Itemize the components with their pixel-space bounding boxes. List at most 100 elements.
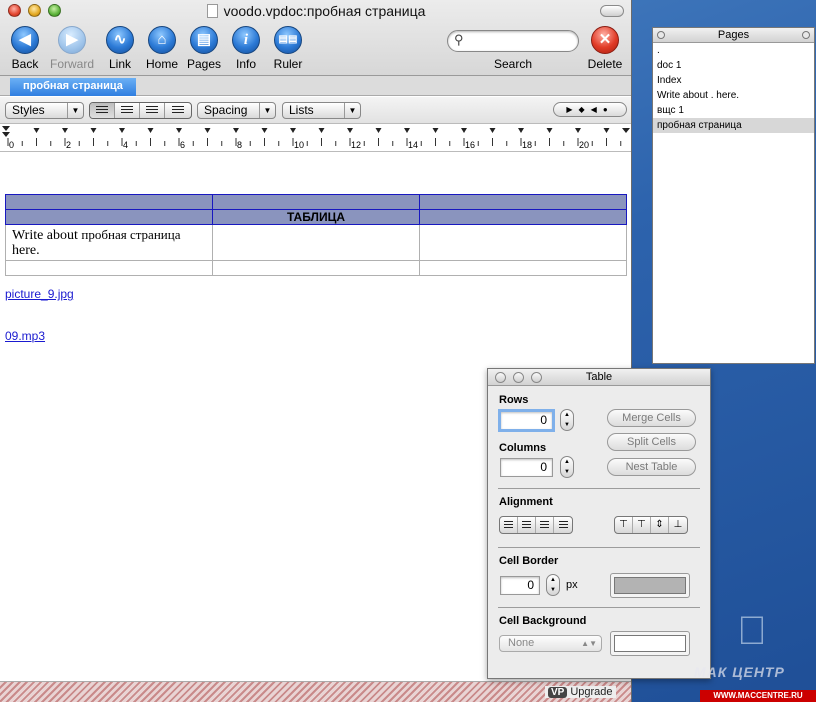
tab-stop-marker[interactable] [575, 128, 581, 133]
nest-table-button[interactable]: Nest Table [607, 458, 696, 476]
tab-stop-marker[interactable] [290, 128, 296, 133]
cell-border-stepper[interactable]: ▲ ▼ [546, 574, 560, 596]
tab-stop-marker[interactable] [404, 128, 410, 133]
tab-stop-marker[interactable] [119, 128, 125, 133]
close-icon: ✕ [591, 26, 619, 54]
table-header-cell[interactable]: ТАБЛИЦА [212, 209, 420, 225]
audio-link[interactable]: 09.mp3 [5, 329, 45, 343]
table-cell[interactable] [212, 260, 420, 276]
table-cell[interactable] [212, 194, 420, 210]
home-button[interactable]: ⌂ Home [140, 26, 184, 71]
chevron-down-icon: ▼ [564, 469, 570, 475]
valign-upper-button[interactable]: ⊤ [633, 517, 651, 533]
tab-stop-marker[interactable] [33, 128, 40, 133]
rows-stepper[interactable]: ▲ ▼ [560, 409, 574, 431]
tab-stop-marker[interactable] [546, 128, 553, 133]
table-cell[interactable] [5, 260, 213, 276]
document-table[interactable]: ТАБЛИЦА Write about пробная страница her… [5, 194, 627, 276]
chevron-down-icon: ▼ [344, 103, 360, 118]
align-justify-icon [146, 106, 158, 115]
table-cell-text[interactable]: Write about пробная страница here. [5, 224, 213, 261]
link-button[interactable]: ∿ Link [98, 26, 142, 71]
indent-marker[interactable] [2, 126, 10, 137]
align-right-button[interactable] [165, 103, 190, 118]
updown-icon: ▲▼ [581, 639, 597, 648]
tab-stop-marker[interactable] [62, 128, 68, 133]
tab-stop-marker[interactable] [204, 128, 211, 133]
alignment-label: Alignment [499, 496, 553, 508]
background-color-well[interactable] [610, 631, 690, 656]
toolbar-toggle-button[interactable] [600, 5, 624, 17]
tab-stop-marker[interactable] [233, 128, 239, 133]
table-row: Write about пробная страница here. [5, 224, 627, 261]
collapse-panel-button[interactable] [802, 31, 810, 39]
pages-list-item[interactable]: Write about . here. [653, 88, 814, 103]
page-tab-strip: пробная страница [0, 76, 631, 96]
pages-list-item[interactable]: doc 1 [653, 58, 814, 73]
minimize-palette-button[interactable] [513, 372, 524, 383]
tab-stop-marker[interactable] [432, 128, 439, 133]
pages-list-item[interactable]: Index [653, 73, 814, 88]
tab-stop-marker[interactable] [176, 128, 182, 133]
info-button[interactable]: i Info [224, 26, 268, 71]
close-palette-button[interactable] [495, 372, 506, 383]
border-color-well[interactable] [610, 573, 690, 598]
search-input[interactable]: ⚲ [447, 30, 579, 52]
table-cell[interactable] [212, 224, 420, 261]
tab-stop-marker[interactable] [90, 128, 97, 133]
upgrade-button[interactable]: VP Upgrade [545, 686, 616, 698]
ruler-button[interactable]: ▤▤ Ruler [266, 26, 310, 71]
forward-button[interactable]: ▶ Forward [50, 26, 94, 71]
table-cell[interactable] [5, 194, 213, 210]
tab-stop-marker[interactable] [518, 128, 524, 133]
tab-stop-marker[interactable] [261, 128, 268, 133]
merge-cells-button[interactable]: Merge Cells [607, 409, 696, 427]
pages-list-item[interactable]: пробная страница [653, 118, 814, 133]
tab-stop-marker[interactable] [461, 128, 467, 133]
table-cell[interactable] [5, 209, 213, 225]
tab-stop-marker[interactable] [147, 128, 154, 133]
rows-field[interactable]: 0 [498, 409, 555, 432]
pages-button[interactable]: ▤ Pages [182, 26, 226, 71]
align-center-button[interactable] [115, 103, 140, 118]
right-margin-marker[interactable] [622, 128, 630, 133]
cell-background-popup[interactable]: None ▲▼ [499, 635, 602, 652]
pages-list-item[interactable]: . [653, 43, 814, 58]
cell-border-field[interactable]: 0 [500, 576, 540, 595]
pages-list-item[interactable]: вщс 1 [653, 103, 814, 118]
columns-field[interactable]: 0 [500, 458, 553, 477]
align-right-icon [558, 521, 568, 530]
back-button[interactable]: ◀ Back [3, 26, 47, 71]
cell-align-right-button[interactable] [554, 517, 572, 533]
table-cell[interactable] [419, 209, 627, 225]
table-cell[interactable] [419, 224, 627, 261]
valign-top-button[interactable]: ⊤ [615, 517, 633, 533]
tab-probnaya-stranitsa[interactable]: пробная страница [10, 78, 136, 96]
valign-middle-button[interactable]: ⇕ [651, 517, 669, 533]
table-cell[interactable] [419, 194, 627, 210]
tab-stop-marker[interactable] [603, 128, 610, 133]
media-nav-controls[interactable]: ▶◆◀● [553, 102, 627, 117]
close-panel-button[interactable] [657, 31, 665, 39]
tab-stop-marker[interactable] [347, 128, 353, 133]
picture-link[interactable]: picture_9.jpg [5, 287, 74, 301]
table-cell[interactable] [419, 260, 627, 276]
tab-stop-marker[interactable] [489, 128, 496, 133]
delete-button[interactable]: ✕ Delete [583, 26, 627, 71]
split-cells-button[interactable]: Split Cells [607, 433, 696, 451]
spacing-popup[interactable]: Spacing ▼ [197, 102, 276, 119]
tab-stop-marker[interactable] [375, 128, 382, 133]
align-justify-button[interactable] [140, 103, 165, 118]
columns-stepper[interactable]: ▲ ▼ [560, 456, 574, 478]
tab-stop-marker[interactable] [318, 128, 325, 133]
lists-popup[interactable]: Lists ▼ [282, 102, 361, 119]
valign-bottom-button[interactable]: ⊥ [669, 517, 687, 533]
zoom-palette-button[interactable] [531, 372, 542, 383]
cell-align-center-button[interactable] [518, 517, 536, 533]
cell-align-justify-button[interactable] [536, 517, 554, 533]
styles-popup[interactable]: Styles ▼ [5, 102, 84, 119]
cell-align-left-button[interactable] [500, 517, 518, 533]
align-justify-icon [540, 521, 549, 530]
ruler[interactable]: 0 2 4 6 8 10 12 14 16 18 20 [0, 124, 631, 152]
align-left-button[interactable] [90, 103, 115, 118]
